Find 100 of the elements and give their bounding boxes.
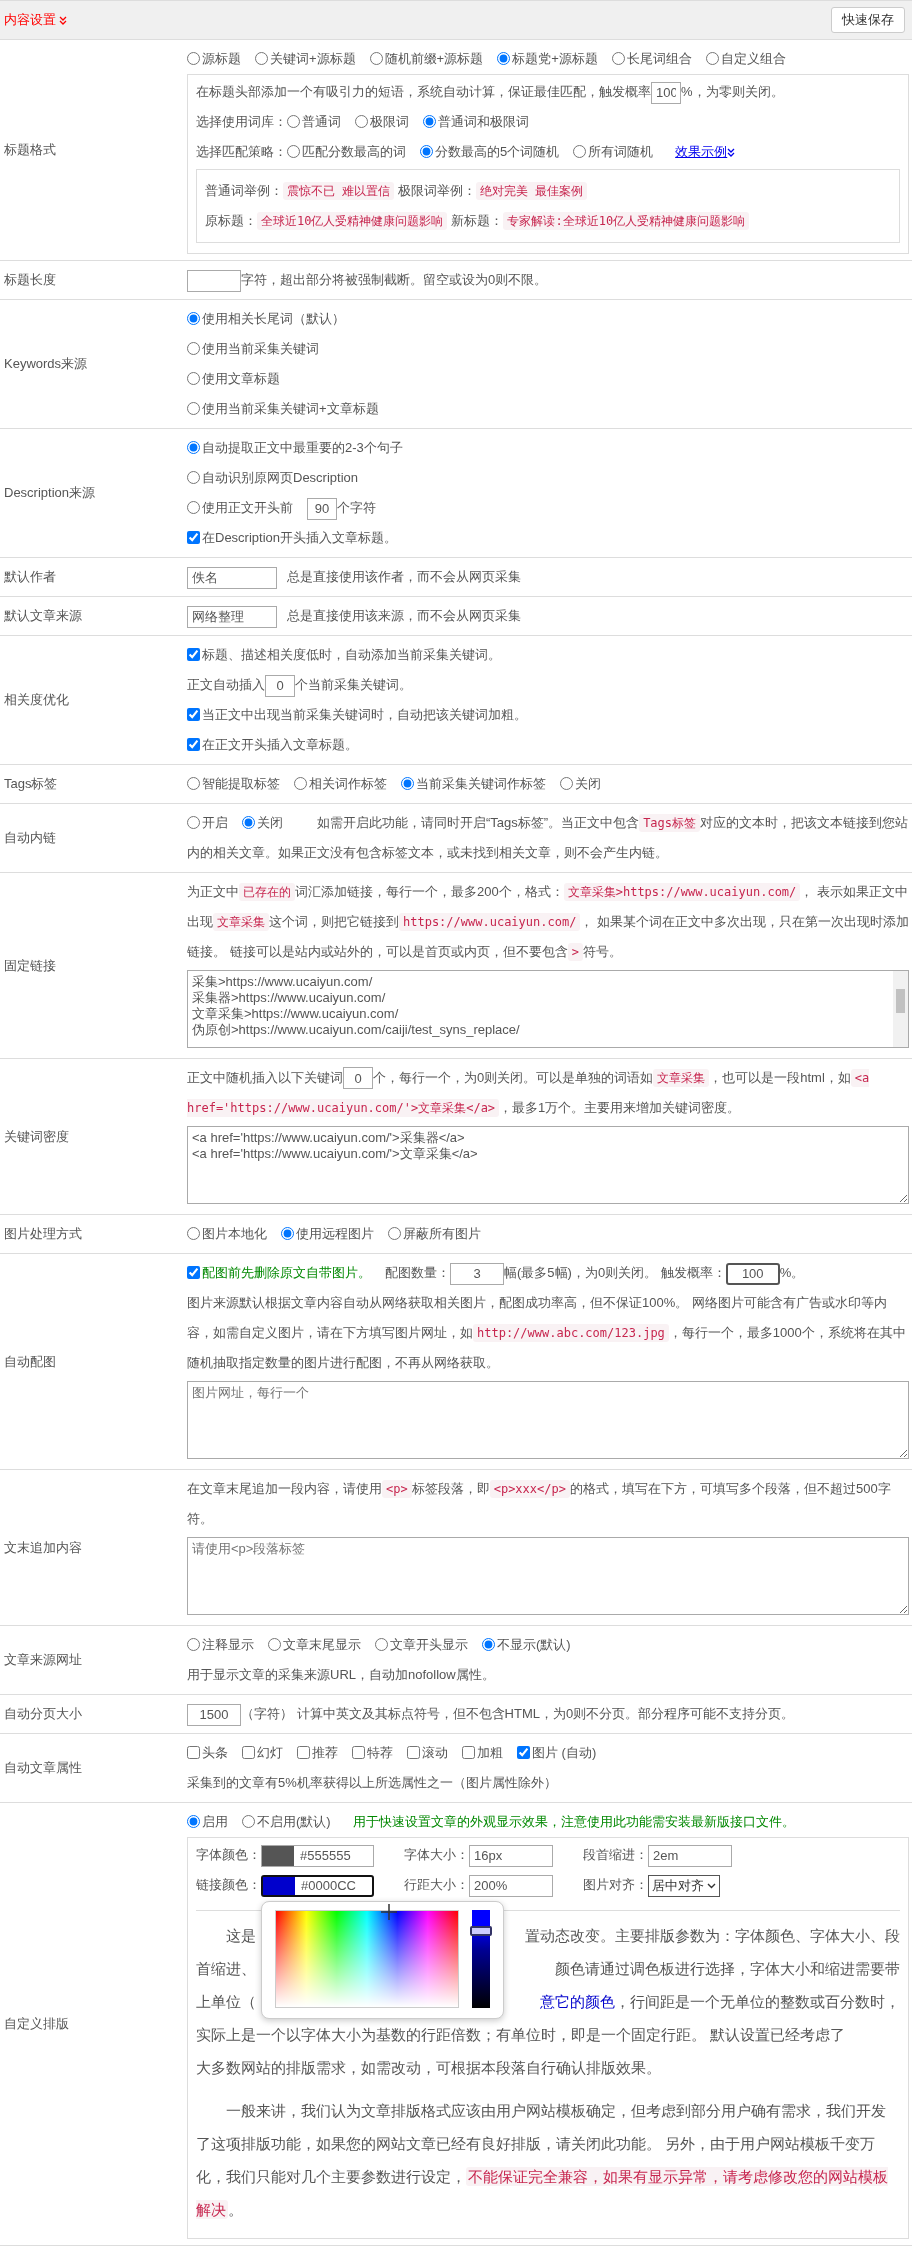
radio-button[interactable] <box>187 441 200 454</box>
setting-text: 图片对齐： <box>583 1877 648 1892</box>
checkbox[interactable] <box>242 1746 255 1759</box>
option-label: 在正文开头插入文章标题。 <box>202 737 358 752</box>
text-field[interactable]: 1500 <box>187 1703 241 1726</box>
radio-button[interactable] <box>482 1638 495 1651</box>
checkbox[interactable] <box>187 1746 200 1759</box>
save-button[interactable]: 快速保存 <box>831 7 905 33</box>
radio-button[interactable] <box>187 501 200 514</box>
setting-text: 在标题头部添加一个有吸引力的短语，系统自动计算，保证最佳匹配，触发概率 <box>196 84 651 99</box>
checkbox[interactable] <box>462 1746 475 1759</box>
setting-label: 固定链接 <box>4 956 56 975</box>
radio-button[interactable] <box>420 145 433 158</box>
checkbox[interactable] <box>352 1746 365 1759</box>
radio-button[interactable] <box>355 115 368 128</box>
radio-button[interactable] <box>388 1227 401 1240</box>
checkbox[interactable] <box>187 1266 200 1279</box>
radio-button[interactable] <box>242 1815 255 1828</box>
text-field[interactable]: 佚名 <box>187 566 277 589</box>
color-spectrum[interactable] <box>275 1909 459 2008</box>
text-field[interactable]: 90 <box>307 497 337 520</box>
preview-text: 这是 <box>225 1926 256 1946</box>
checkbox[interactable] <box>297 1746 310 1759</box>
text-field[interactable]: 0 <box>343 1067 373 1089</box>
option-label: 极限词 <box>370 114 409 129</box>
section-title[interactable]: 内容设置 <box>4 11 56 29</box>
text-area-field[interactable]: 请使用<p>段落标签 <box>187 1537 909 1615</box>
radio-button[interactable] <box>705 52 719 65</box>
radio-button[interactable] <box>187 52 200 65</box>
option-label: 关闭 <box>257 815 283 830</box>
color-field[interactable]: #555555 <box>261 1844 374 1867</box>
checkbox[interactable] <box>517 1746 530 1759</box>
text-field[interactable]: 0 <box>265 674 295 697</box>
checkbox[interactable] <box>187 648 200 661</box>
option-label: 图片本地化 <box>202 1226 267 1241</box>
option-label: 分数最高的5个词随机 <box>435 144 560 159</box>
radio-button[interactable] <box>187 1815 200 1828</box>
radio-button[interactable] <box>187 471 200 484</box>
example-link[interactable]: 效果示例 <box>675 144 736 159</box>
option-label: 相关词作标签 <box>309 776 387 791</box>
radio-button[interactable] <box>255 52 268 65</box>
radio-button[interactable] <box>497 52 511 65</box>
option-label: 智能提取标签 <box>202 776 280 791</box>
radio-button[interactable] <box>187 1638 200 1651</box>
checkbox[interactable] <box>187 531 200 544</box>
radio-button[interactable] <box>187 372 200 385</box>
setting-text: 个字符 <box>337 500 376 515</box>
checkbox[interactable] <box>187 708 200 721</box>
radio-button[interactable] <box>401 777 414 790</box>
option-label: 匹配分数最高的词 <box>302 144 406 159</box>
brightness-slider[interactable] <box>472 1909 490 2008</box>
text-field[interactable]: 3 <box>450 1262 504 1285</box>
text-field[interactable]: 网络整理 <box>187 605 277 628</box>
slider-handle[interactable] <box>470 1925 492 1936</box>
text-field[interactable]: 2em <box>648 1844 732 1867</box>
preview-text: 实际上是一个以字体大小为基数的行距倍数；有单位时，即是一个固定行距。 默认设置已经考虑了 <box>196 2025 846 2045</box>
radio-button[interactable] <box>187 342 200 355</box>
radio-button[interactable] <box>611 52 625 65</box>
checkbox[interactable] <box>407 1746 420 1759</box>
chevrons-down-icon <box>59 15 67 25</box>
text-area-field[interactable]: <a href='https://www.ucaiyun.com/'>采集器</a> <a href='https://www.ucaiyun.com/'>文章采集</a> <box>187 1126 909 1204</box>
text-field[interactable]: 200% <box>469 1874 553 1897</box>
radio-button[interactable] <box>242 816 255 829</box>
setting-text: （字符） 计算中英文及其标点符号，但不包含HTML，为0则不分页。部分程序可能不支持分页。 <box>241 1706 795 1721</box>
option-label: 不显示(默认) <box>497 1637 571 1652</box>
option-label: 特荐 <box>367 1745 393 1760</box>
setting-label: 标题格式 <box>4 141 56 159</box>
dropdown[interactable]: 居中对齐 <box>648 1874 720 1897</box>
radio-button[interactable] <box>187 816 200 829</box>
option-label: 普通词 <box>302 114 341 129</box>
text-area-field[interactable]: 图片网址，每行一个 <box>187 1381 909 1459</box>
option-label: 关闭 <box>575 776 601 791</box>
preview-text: 上单位（ <box>196 1992 256 2012</box>
radio-button[interactable] <box>268 1638 281 1651</box>
text-field[interactable]: 100 <box>725 1262 780 1285</box>
setting-text: 极限词举例： <box>398 183 477 198</box>
preview-link[interactable]: 意它的颜色 <box>540 1993 615 2010</box>
radio-button[interactable] <box>187 312 200 325</box>
checkbox[interactable] <box>187 738 200 751</box>
radio-button[interactable] <box>423 115 436 128</box>
text-field[interactable] <box>187 269 241 292</box>
option-label: 滚动 <box>422 1745 448 1760</box>
radio-button[interactable] <box>375 1638 388 1651</box>
setting-text: 选择使用词库： <box>196 114 287 129</box>
radio-button[interactable] <box>281 1227 294 1240</box>
scrollbar[interactable] <box>893 971 908 1047</box>
radio-button[interactable] <box>187 402 200 415</box>
radio-button[interactable] <box>187 777 200 790</box>
setting-label: 相关度优化 <box>4 691 69 709</box>
radio-button[interactable] <box>369 52 383 65</box>
preview-text: 大多数网站的排版需求，如需改动，可根据本段落自行确认排版效果。 <box>196 2058 661 2078</box>
radio-button[interactable] <box>573 145 587 158</box>
example-chip: 震惊不已 难以置信 <box>283 182 395 200</box>
text-field[interactable]: 16px <box>469 1844 553 1867</box>
radio-button[interactable] <box>187 1227 200 1240</box>
radio-button[interactable] <box>560 777 573 790</box>
radio-button[interactable] <box>294 777 307 790</box>
radio-button[interactable] <box>287 145 300 158</box>
radio-button[interactable] <box>287 115 300 128</box>
text-area-field[interactable]: 采集>https://www.ucaiyun.com/ 采集器>https://www.ucaiyun.com/ 文章采集>https://www.ucaiyun.com/ 伪原创>https://www.ucaiyun.com/caiji/test_syns_replace/ <box>187 970 909 1048</box>
